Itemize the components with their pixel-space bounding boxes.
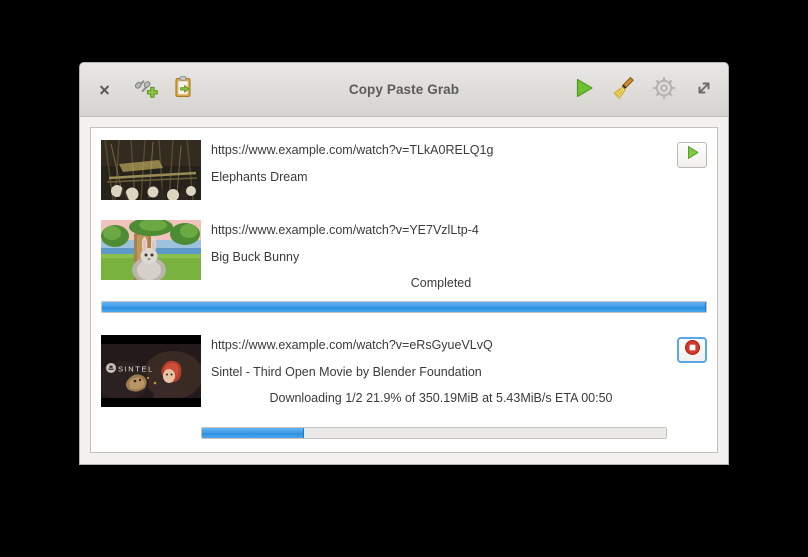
download-progress-bar [101,301,707,313]
download-action [671,335,707,407]
progress-row [91,427,717,439]
download-title: Sintel - Third Open Movie by Blender Fou… [211,365,482,379]
app-window: Copy Paste Grab https://www.example.com/… [79,62,729,465]
window-titlebar: Copy Paste Grab [80,63,728,117]
play-icon [684,144,701,166]
download-action [671,220,707,291]
download-item[interactable]: SINTEL https://www.example.com/watch?v=e… [91,329,717,411]
stop-download-button[interactable] [677,337,707,363]
elephants-dream-thumbnail [101,140,201,200]
close-window-button[interactable] [88,74,120,106]
download-title: Elephants Dream [211,170,308,184]
start-download-button[interactable] [677,142,707,168]
download-url[interactable]: https://www.example.com/watch?v=eRsGyueV… [211,338,671,353]
gear-icon [650,74,678,107]
download-status: Completed [410,276,472,290]
item-spacer [91,313,717,329]
window-content: https://www.example.com/watch?v=TLkA0REL… [80,117,728,464]
sintel-thumbnail: SINTEL [101,335,201,407]
progress-fill [102,302,706,312]
fullscreen-button[interactable] [688,74,720,106]
download-url[interactable]: https://www.example.com/watch?v=YE7VzlLt… [211,223,671,238]
download-progress-bar [201,427,667,439]
svg-text:SINTEL: SINTEL [118,365,154,374]
clear-button[interactable] [608,74,640,106]
expand-arrows-icon [691,75,717,106]
download-url[interactable]: https://www.example.com/watch?v=TLkA0REL… [211,143,671,158]
play-icon [570,74,598,107]
downloads-list[interactable]: https://www.example.com/watch?v=TLkA0REL… [90,127,718,453]
paste-clipboard-button[interactable] [168,74,200,106]
stop-icon [684,339,701,361]
progress-row [91,301,717,313]
broom-icon [610,74,638,107]
download-title: Big Buck Bunny [211,250,300,264]
close-icon [99,84,110,95]
add-link-button[interactable] [130,74,162,106]
start-all-button[interactable] [568,74,600,106]
progress-fill [202,428,304,438]
download-details: https://www.example.com/watch?v=YE7VzlLt… [201,220,671,291]
clipboard-paste-icon [171,74,197,105]
settings-button[interactable] [648,74,680,106]
link-add-icon [133,74,159,105]
download-item[interactable]: https://www.example.com/watch?v=TLkA0REL… [91,134,717,204]
big-buck-bunny-thumbnail [101,220,201,280]
titlebar-right-buttons [568,74,720,106]
item-spacer [91,204,717,214]
download-item[interactable]: https://www.example.com/watch?v=YE7VzlLt… [91,214,717,295]
download-details: https://www.example.com/watch?v=TLkA0REL… [201,140,671,200]
download-status: Downloading 1/2 21.9% of 350.19MiB at 5.… [269,391,613,405]
download-action [671,140,707,200]
titlebar-left-buttons [80,74,200,106]
download-details: https://www.example.com/watch?v=eRsGyueV… [201,335,671,407]
